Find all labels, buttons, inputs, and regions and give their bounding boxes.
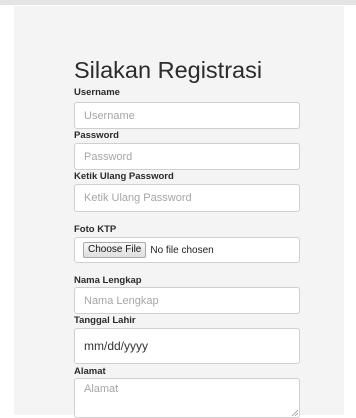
confirm-password-input[interactable]	[74, 184, 300, 212]
address-textarea[interactable]	[74, 378, 300, 418]
username-input[interactable]	[74, 102, 300, 129]
registration-form: Silakan Registrasi Username Password Ket…	[74, 56, 300, 418]
birth-date-label: Tanggal Lahir	[74, 315, 136, 326]
top-divider	[0, 0, 356, 5]
full-name-label: Nama Lengkap	[74, 275, 142, 286]
file-status-text: No file chosen	[150, 244, 214, 256]
ktp-file-picker: Choose File No file chosen	[74, 237, 300, 263]
password-input[interactable]	[74, 143, 300, 170]
address-field-wrap	[74, 378, 300, 418]
password-label: Password	[74, 130, 119, 141]
form-title: Silakan Registrasi	[74, 57, 263, 83]
birth-date-input[interactable]: mm/dd/yyyy	[74, 328, 300, 364]
address-label: Alamat	[74, 366, 106, 377]
birth-date-format: mm/dd/yyyy	[84, 339, 149, 353]
confirm-password-label: Ketik Ulang Password	[74, 171, 174, 182]
username-label: Username	[74, 87, 120, 98]
choose-file-button[interactable]: Choose File	[83, 242, 147, 258]
ktp-photo-label: Foto KTP	[74, 224, 117, 235]
full-name-input[interactable]	[74, 287, 300, 314]
